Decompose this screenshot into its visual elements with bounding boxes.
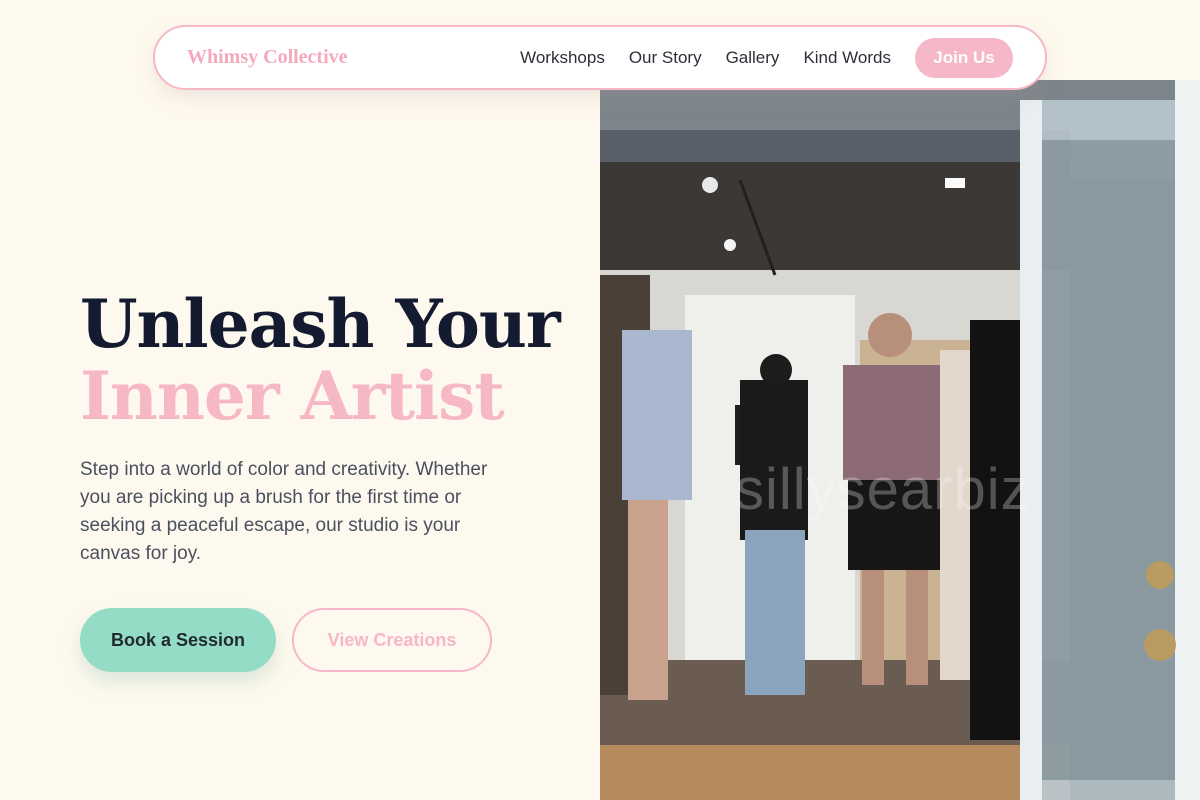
nav-link-kind-words[interactable]: Kind Words <box>803 48 891 68</box>
hero-headline-line1: Unleash Your <box>80 285 561 363</box>
nav-links: Workshops Our Story Gallery Kind Words J… <box>520 37 1013 78</box>
image-watermark: sillysearbiz <box>735 457 1031 522</box>
brand-logo-text[interactable]: Whimsy Collective <box>187 46 348 69</box>
view-creations-button[interactable]: View Creations <box>292 608 492 672</box>
main-navbar: Whimsy Collective Workshops Our Story Ga… <box>153 25 1047 90</box>
hero-headline-line2: Inner Artist <box>80 357 505 435</box>
hero-description: Step into a world of color and creativit… <box>80 459 488 564</box>
nav-link-our-story[interactable]: Our Story <box>629 48 702 68</box>
hero-headline: Unleash Your Inner Artist <box>80 285 561 435</box>
nav-link-gallery[interactable]: Gallery <box>726 48 780 68</box>
join-us-button[interactable]: Join Us <box>915 37 1013 78</box>
book-session-button[interactable]: Book a Session <box>80 608 276 672</box>
hero-image <box>600 80 1200 800</box>
nav-link-workshops[interactable]: Workshops <box>520 48 605 68</box>
